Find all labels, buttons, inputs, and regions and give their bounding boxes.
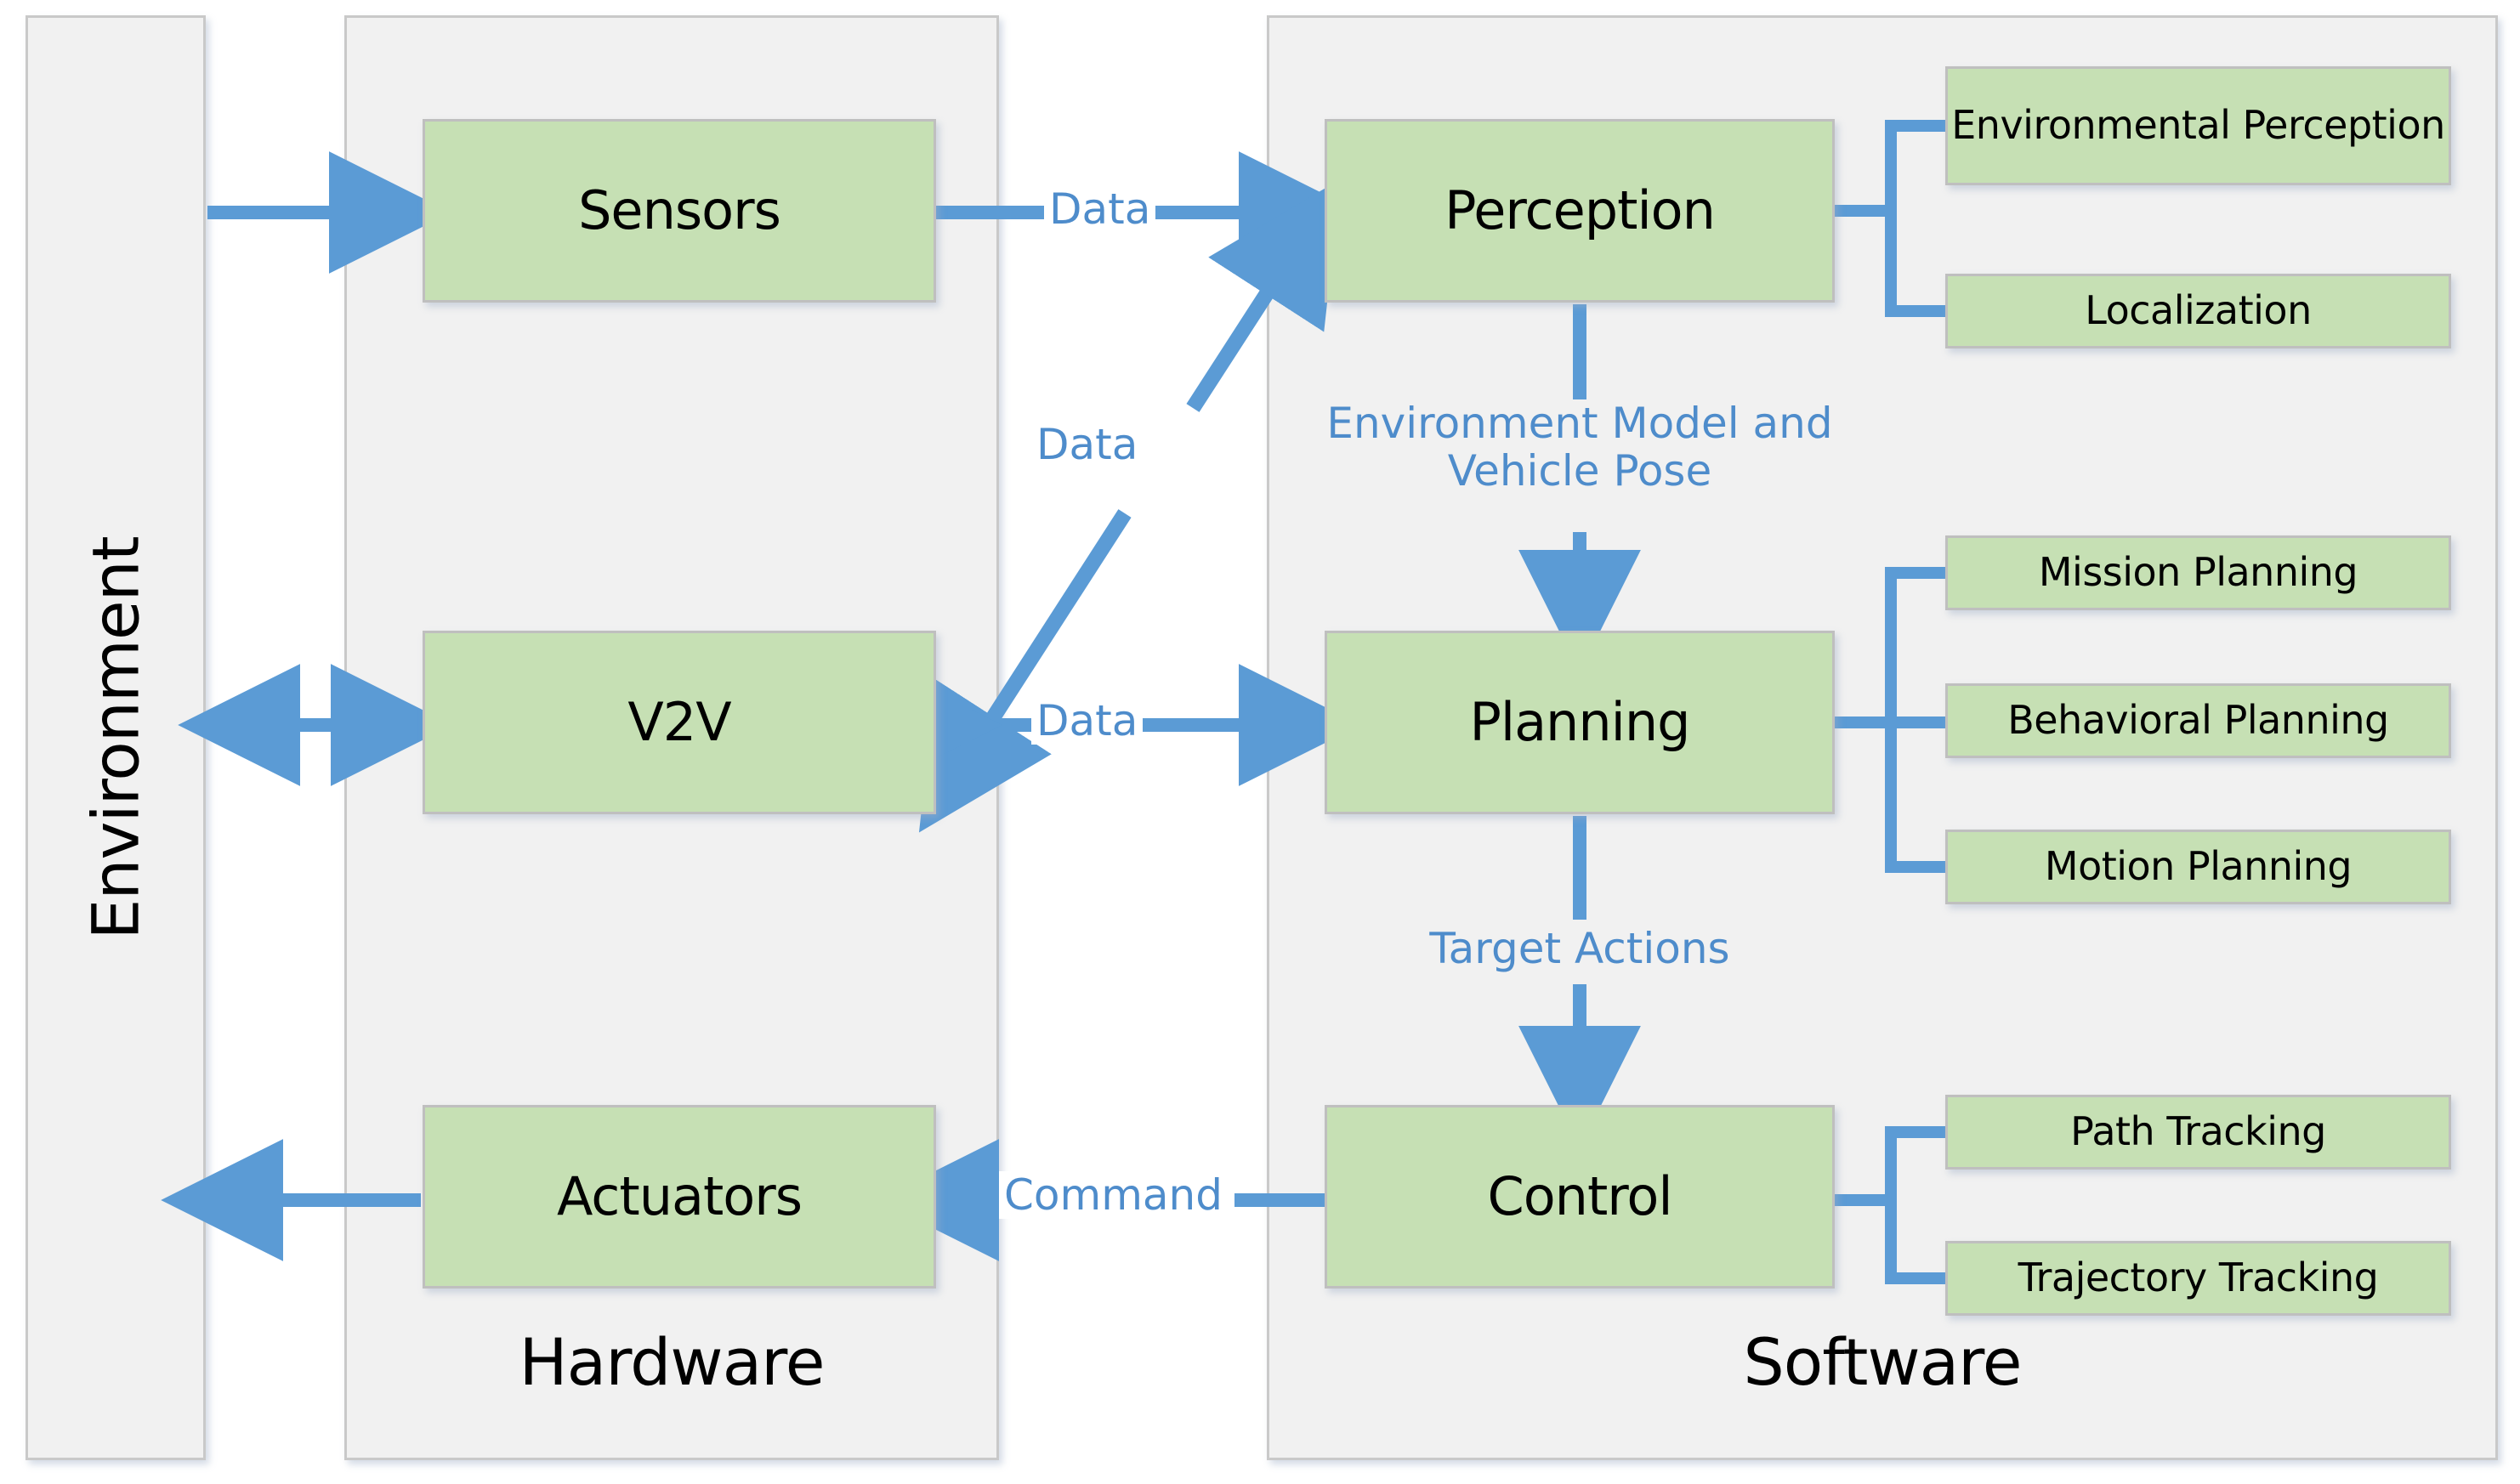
edge-label-data-v2v-planning: Data <box>1031 697 1144 745</box>
block-environmental-perception[interactable]: Environmental Perception <box>1945 66 2451 185</box>
diagram-canvas: Environment Hardware Software Sensors V2… <box>0 0 2520 1484</box>
edge-label-data-sensors-perception: Data <box>1044 185 1156 233</box>
block-actuators[interactable]: Actuators <box>423 1105 936 1289</box>
block-sensors[interactable]: Sensors <box>423 119 936 303</box>
edge-label-command: Command <box>999 1171 1228 1219</box>
block-localization[interactable]: Localization <box>1945 274 2451 348</box>
panel-label-software: Software <box>1743 1324 2022 1400</box>
block-behavioral-planning[interactable]: Behavioral Planning <box>1945 683 2451 758</box>
block-motion-planning[interactable]: Motion Planning <box>1945 830 2451 904</box>
panel-label-hardware: Hardware <box>519 1324 826 1400</box>
block-mission-planning[interactable]: Mission Planning <box>1945 535 2451 610</box>
block-control[interactable]: Control <box>1325 1105 1835 1289</box>
edge-label-environment-model-and-vehicle-pose: Environment Model and Vehicle Pose <box>1320 399 1840 495</box>
edge-label-target-actions: Target Actions <box>1325 925 1835 972</box>
edge-label-data-v2v-perception: Data <box>1031 421 1144 468</box>
block-path-tracking[interactable]: Path Tracking <box>1945 1095 2451 1170</box>
block-perception[interactable]: Perception <box>1325 119 1835 303</box>
block-planning[interactable]: Planning <box>1325 631 1835 814</box>
panel-label-environment: Environment <box>26 15 206 1460</box>
panel-label-environment-text: Environment <box>77 535 154 940</box>
block-v2v[interactable]: V2V <box>423 631 936 814</box>
block-trajectory-tracking[interactable]: Trajectory Tracking <box>1945 1241 2451 1316</box>
